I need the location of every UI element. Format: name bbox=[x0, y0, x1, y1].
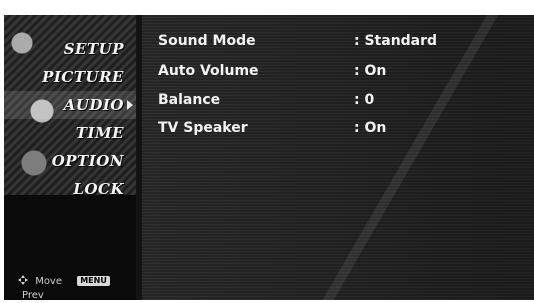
setting-value: : Standard bbox=[354, 33, 438, 49]
setting-label: Auto Volume bbox=[158, 63, 259, 79]
menu-item-label: TIME bbox=[75, 124, 124, 142]
setting-label: Balance bbox=[158, 92, 221, 108]
setting-row-sound-mode[interactable]: Sound Mode : Standard bbox=[158, 33, 458, 53]
prev-label: Prev bbox=[22, 290, 44, 301]
setting-value: : On bbox=[354, 63, 387, 79]
menu-item-option[interactable]: OPTION bbox=[4, 147, 136, 175]
menu-item-audio[interactable]: AUDIO bbox=[4, 91, 136, 119]
setting-value: : On bbox=[354, 120, 387, 136]
menu-item-setup[interactable]: SETUP bbox=[4, 35, 136, 63]
tv-menu-screen: SETUP PICTURE AUDIO TIME OPTION LOCK Mov… bbox=[0, 0, 534, 302]
menu-item-label: LOCK bbox=[73, 180, 124, 198]
navigation-hint: Move MENU Prev bbox=[18, 274, 132, 301]
setting-row-auto-volume[interactable]: Auto Volume : On bbox=[158, 63, 458, 83]
menu-key-icon: MENU bbox=[77, 276, 110, 286]
menu-item-picture[interactable]: PICTURE bbox=[4, 63, 136, 91]
setting-row-balance[interactable]: Balance : 0 bbox=[158, 92, 458, 112]
menu-item-label: AUDIO bbox=[63, 96, 124, 114]
main-menu: SETUP PICTURE AUDIO TIME OPTION LOCK Mov… bbox=[4, 15, 136, 301]
menu-item-label: OPTION bbox=[51, 152, 124, 170]
setting-label: Sound Mode bbox=[158, 33, 256, 49]
menu-item-lock[interactable]: LOCK bbox=[4, 175, 136, 203]
menu-item-label: SETUP bbox=[63, 40, 124, 58]
menu-item-label: PICTURE bbox=[42, 68, 124, 86]
move-icon bbox=[18, 275, 28, 285]
setting-row-tv-speaker[interactable]: TV Speaker : On bbox=[158, 120, 458, 140]
move-label: Move bbox=[35, 276, 63, 287]
setting-label: TV Speaker bbox=[158, 120, 248, 136]
setting-value: : 0 bbox=[354, 92, 375, 108]
menu-item-time[interactable]: TIME bbox=[4, 119, 136, 147]
chevron-right-icon bbox=[127, 100, 133, 110]
audio-settings-panel: Sound Mode : Standard Auto Volume : On B… bbox=[142, 15, 534, 300]
